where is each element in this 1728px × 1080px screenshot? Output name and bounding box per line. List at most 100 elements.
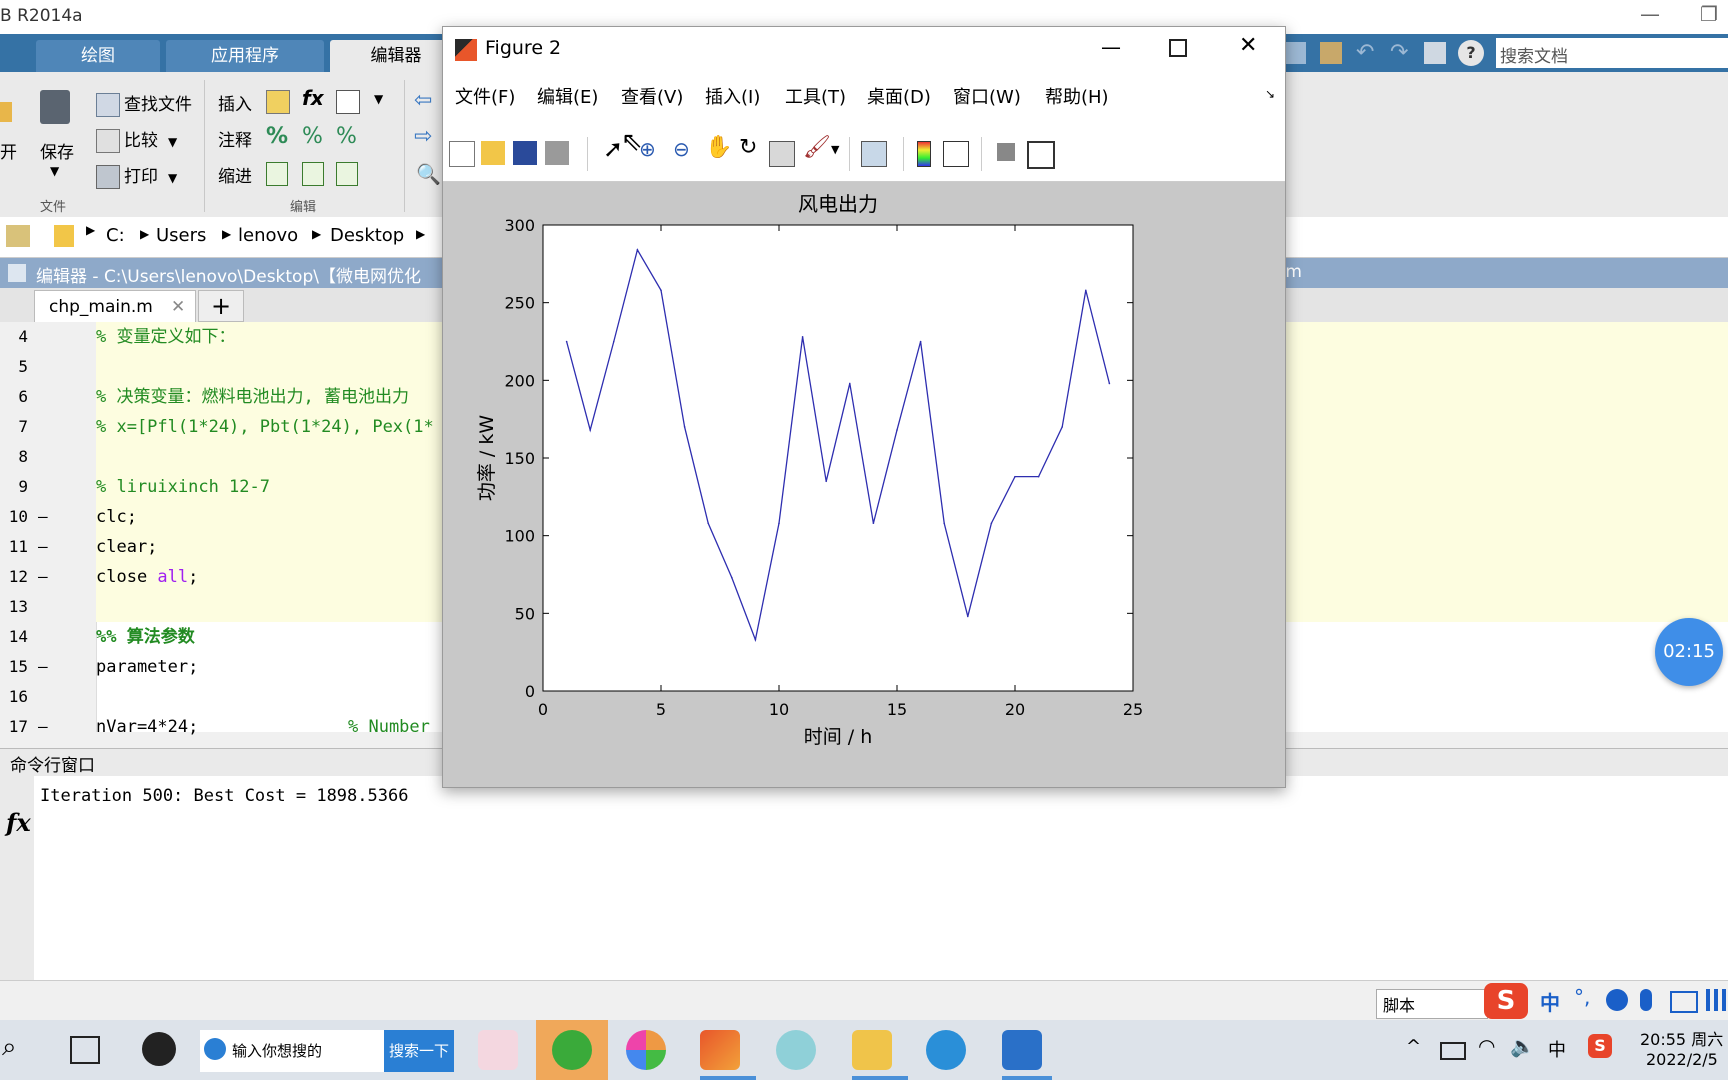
- menu-window[interactable]: 窗口(W): [953, 83, 1021, 109]
- menu-tools[interactable]: 工具(T): [785, 83, 846, 109]
- breadcrumb-lenovo[interactable]: lenovo: [238, 225, 298, 246]
- wind-power-chart[interactable]: 0 5 10 15 20 25050100150200250300风电出力时间 / h功率…: [443, 182, 1285, 787]
- pinwheel-app-icon[interactable]: [142, 1032, 176, 1066]
- tab-plots[interactable]: 绘图: [36, 40, 160, 72]
- indent-icon[interactable]: [302, 162, 324, 186]
- menu-file[interactable]: 文件(F): [455, 83, 515, 109]
- pan-hand-icon[interactable]: ✋: [705, 135, 732, 160]
- menu-desktop[interactable]: 桌面(D): [867, 83, 931, 109]
- task-view-icon[interactable]: [70, 1036, 100, 1064]
- show-plot-tools-icon[interactable]: [1027, 141, 1055, 169]
- menu-help[interactable]: 帮助(H): [1045, 83, 1109, 109]
- find-files-button[interactable]: 查找文件: [96, 90, 192, 117]
- minimize-icon[interactable]: —: [1640, 2, 1660, 26]
- menu-edit[interactable]: 编辑(E): [537, 83, 598, 109]
- toolbox-icon[interactable]: [1706, 989, 1726, 1011]
- figure-maximize-icon[interactable]: [1169, 39, 1187, 57]
- command-window[interactable]: Iteration 500: Best Cost = 1898.5366: [0, 776, 1728, 980]
- insert-dropdown-icon[interactable]: ▼: [374, 92, 383, 106]
- find-icon[interactable]: 🔍: [416, 162, 441, 186]
- dock-arrow-icon[interactable]: ↘: [1265, 87, 1275, 101]
- taskbar-search-box[interactable]: 输入你想搜的: [200, 1030, 386, 1072]
- microphone-icon[interactable]: [1640, 989, 1652, 1011]
- emoji-icon[interactable]: [1606, 989, 1628, 1011]
- data-cursor-icon[interactable]: [769, 141, 795, 167]
- save-button[interactable]: 保存: [40, 138, 74, 163]
- print-figure-icon[interactable]: [545, 141, 569, 165]
- battery-icon[interactable]: [1440, 1042, 1466, 1060]
- breakpoint-dash[interactable]: —: [38, 717, 48, 736]
- chrome-like-icon[interactable]: [626, 1030, 666, 1070]
- ime-language[interactable]: 中: [1540, 987, 1560, 1016]
- hide-plot-tools-icon[interactable]: [997, 143, 1015, 161]
- breakpoint-dash[interactable]: —: [38, 657, 48, 676]
- insert-function-icon[interactable]: fx: [302, 86, 324, 110]
- file-tab-chp-main[interactable]: chp_main.m ✕: [34, 290, 196, 323]
- menu-insert[interactable]: 插入(I): [705, 83, 760, 109]
- code-line[interactable]: parameter;: [96, 652, 198, 682]
- file-explorer-icon[interactable]: [852, 1030, 892, 1070]
- snipping-tool-icon[interactable]: [478, 1030, 518, 1070]
- code-line[interactable]: %% 算法参数: [96, 622, 195, 652]
- search-icon[interactable]: ⌕: [2, 1032, 17, 1063]
- compare-button[interactable]: 比较 ▼: [96, 126, 177, 153]
- breadcrumb-users[interactable]: Users: [156, 225, 206, 246]
- open-button[interactable]: 开: [0, 138, 17, 163]
- restore-icon[interactable]: ❐: [1700, 2, 1718, 26]
- clock-date[interactable]: 2022/2/5: [1646, 1050, 1718, 1069]
- tray-expand-icon[interactable]: ^: [1406, 1036, 1421, 1057]
- redo-icon[interactable]: ↷: [1390, 40, 1408, 65]
- breakpoint-dash[interactable]: —: [38, 507, 48, 526]
- smart-indent-icon[interactable]: [266, 162, 288, 186]
- print-button[interactable]: 打印 ▼: [96, 162, 177, 189]
- new-figure-icon[interactable]: [449, 141, 475, 167]
- copy-icon[interactable]: [1284, 42, 1306, 64]
- fx-prompt-icon[interactable]: fx: [6, 808, 31, 837]
- tab-apps[interactable]: 应用程序: [166, 40, 324, 72]
- brush-dropdown-icon[interactable]: ▼: [831, 143, 839, 156]
- figure-minimize-icon[interactable]: —: [1101, 35, 1121, 59]
- paste-icon[interactable]: [1320, 42, 1342, 64]
- help-icon[interactable]: ?: [1458, 40, 1484, 66]
- breakpoint-dash[interactable]: —: [38, 567, 48, 586]
- go-back-icon[interactable]: ⇦: [414, 88, 432, 113]
- outdent-icon[interactable]: [336, 162, 358, 186]
- brush-icon[interactable]: 🖌: [803, 135, 831, 160]
- save-dropdown-icon[interactable]: ▼: [50, 164, 59, 178]
- figure-close-icon[interactable]: ✕: [1239, 33, 1257, 58]
- wifi-icon[interactable]: ◠: [1478, 1034, 1495, 1058]
- code-line[interactable]: nVar=4*24;: [96, 712, 198, 742]
- go-to-icon[interactable]: ⇨: [414, 124, 432, 149]
- doc-search-box[interactable]: 搜索文档: [1496, 38, 1728, 68]
- keyboard-icon[interactable]: [1670, 991, 1698, 1013]
- browse-folder-icon[interactable]: [6, 225, 30, 247]
- taskbar-search-button[interactable]: 搜索一下: [384, 1030, 454, 1072]
- photos-icon[interactable]: [1002, 1030, 1042, 1070]
- timer-badge[interactable]: 02:15: [1655, 618, 1723, 686]
- open-file-icon[interactable]: [481, 141, 505, 165]
- legend-icon[interactable]: [943, 141, 969, 167]
- edge-icon[interactable]: [926, 1030, 966, 1070]
- new-tab-plus-icon[interactable]: +: [198, 290, 244, 322]
- tray-sogou-icon[interactable]: S: [1588, 1034, 1612, 1058]
- wrap-comment-icon[interactable]: %: [336, 124, 357, 149]
- close-tab-icon[interactable]: ✕: [171, 291, 185, 323]
- colorbar-icon[interactable]: [917, 141, 931, 167]
- matlab-icon[interactable]: [700, 1030, 740, 1070]
- insert-plot-icon[interactable]: [336, 90, 360, 114]
- clock-time[interactable]: 20:55 周六: [1640, 1026, 1723, 1050]
- insert-section-icon[interactable]: [266, 90, 290, 114]
- link-plot-icon[interactable]: [861, 141, 887, 167]
- switch-windows-icon[interactable]: [1424, 42, 1446, 64]
- save-figure-icon[interactable]: [513, 141, 537, 165]
- sogou-s-icon[interactable]: S: [1484, 983, 1528, 1019]
- undo-icon[interactable]: ↶: [1356, 40, 1374, 65]
- zoom-out-icon[interactable]: ⊖: [673, 137, 690, 161]
- save-icon[interactable]: [40, 90, 70, 124]
- browser-green-icon[interactable]: [552, 1030, 592, 1070]
- settings-flower-icon[interactable]: [776, 1030, 816, 1070]
- comment-icon[interactable]: %: [266, 124, 288, 149]
- volume-icon[interactable]: 🔈: [1510, 1034, 1535, 1058]
- rotate-3d-icon[interactable]: ↻: [739, 135, 757, 160]
- open-folder-icon[interactable]: [0, 102, 12, 122]
